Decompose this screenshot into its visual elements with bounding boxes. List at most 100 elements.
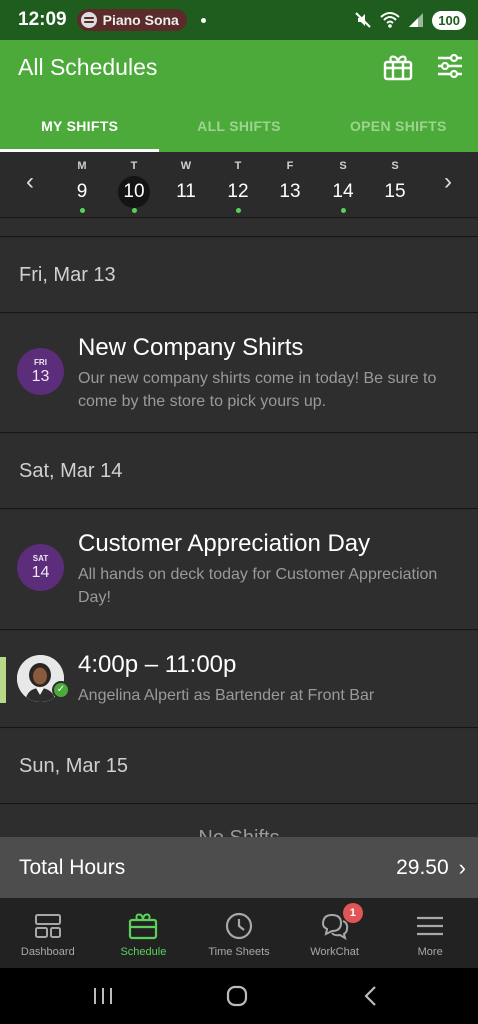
nav-more[interactable]: More xyxy=(382,898,478,968)
tab-open-shifts[interactable]: OPEN SHIFTS xyxy=(319,100,478,152)
no-shifts-label: No Shifts xyxy=(0,827,478,837)
day-wednesday[interactable]: W 11 xyxy=(166,160,206,213)
schedule-list[interactable]: Fri, Mar 13 FRI 13 New Company Shirts Ou… xyxy=(0,219,478,837)
date-header-label: Sat, Mar 14 xyxy=(19,459,123,482)
day-number: 12 xyxy=(227,181,249,202)
event-card-customer-appreciation[interactable]: SAT 14 Customer Appreciation Day All han… xyxy=(0,510,478,630)
nav-workchat[interactable]: 1 WorkChat xyxy=(287,898,383,968)
day-number: 9 xyxy=(76,181,88,202)
clock-icon xyxy=(225,912,253,940)
empty-dot xyxy=(393,208,398,213)
badge-weekday: FRI xyxy=(34,358,47,367)
nav-schedule[interactable]: Schedule xyxy=(96,898,192,968)
status-time: 12:09 xyxy=(18,9,67,30)
confirmed-check-icon: ✓ xyxy=(52,681,70,699)
gift-icon[interactable] xyxy=(383,53,413,81)
nav-label: Schedule xyxy=(120,946,167,958)
event-date-badge: FRI 13 xyxy=(17,348,64,395)
app-header: All Schedules MY SHIFTS ALL SHIFTS OPEN … xyxy=(0,40,478,152)
mute-icon xyxy=(355,12,372,28)
week-strip: ‹ M 9 T 10 W 11 T 12 F 13 S 14 S 15 › xyxy=(0,152,478,218)
total-hours-label: Total Hours xyxy=(19,855,126,879)
list-spacer xyxy=(0,219,478,237)
nav-label: Time Sheets xyxy=(208,946,270,958)
unread-badge: 1 xyxy=(342,903,363,923)
event-description: Our new company shirts come in today! Be… xyxy=(78,370,437,410)
shift-accent-bar xyxy=(0,657,6,703)
day-letter: F xyxy=(286,160,294,172)
day-letter: T xyxy=(130,160,138,172)
badge-weekday: SAT xyxy=(32,554,49,563)
status-icons: 100 xyxy=(354,10,466,30)
day-thursday[interactable]: T 12 xyxy=(218,160,258,213)
nav-dashboard[interactable]: Dashboard xyxy=(0,898,96,968)
back-icon[interactable] xyxy=(357,982,385,1010)
day-number: 13 xyxy=(279,181,301,202)
empty-dot xyxy=(288,208,293,213)
tab-my-shifts[interactable]: MY SHIFTS xyxy=(0,100,160,152)
date-header-sun: Sun, Mar 15 xyxy=(0,729,478,804)
badge-day: 13 xyxy=(31,368,50,385)
day-number-selected: 10 xyxy=(118,176,150,208)
schedule-tabs: MY SHIFTS ALL SHIFTS OPEN SHIFTS xyxy=(0,100,478,152)
day-saturday[interactable]: S 14 xyxy=(323,160,363,213)
shift-time: 4:00p – 11:00p xyxy=(78,651,237,678)
spotify-icon xyxy=(80,12,97,28)
total-hours-bar[interactable]: Total Hours 29.50 › xyxy=(0,837,478,898)
shift-dot-icon xyxy=(340,208,346,213)
day-tuesday[interactable]: T 10 xyxy=(114,160,154,213)
sliders-icon[interactable] xyxy=(437,54,463,78)
badge-day: 14 xyxy=(31,564,50,581)
battery-indicator: 100 xyxy=(432,10,466,30)
event-title: Customer Appreciation Day xyxy=(78,530,371,557)
no-shifts-row: No Shifts xyxy=(0,805,478,837)
media-label: Piano Sona xyxy=(102,12,179,28)
total-hours-value: 29.50 xyxy=(396,855,449,879)
bottom-nav: Dashboard Schedule Time Sheets 1 WorkCha… xyxy=(0,898,478,968)
shift-dot-icon xyxy=(79,208,85,213)
day-number: 15 xyxy=(384,181,406,202)
nav-label: More xyxy=(417,946,443,958)
nav-time-sheets[interactable]: Time Sheets xyxy=(191,898,287,968)
signal-icon xyxy=(409,13,424,27)
day-sunday[interactable]: S 15 xyxy=(375,160,415,213)
day-letter: W xyxy=(180,160,192,172)
day-letter: S xyxy=(391,160,399,172)
day-letter: M xyxy=(77,160,87,172)
chevron-right-icon: › xyxy=(458,854,466,880)
wifi-icon xyxy=(380,12,400,28)
home-icon[interactable] xyxy=(223,982,251,1010)
nav-label: Dashboard xyxy=(20,946,75,958)
day-friday[interactable]: F 13 xyxy=(270,160,310,213)
shift-dot-icon xyxy=(131,208,137,213)
event-description: All hands on deck today for Customer App… xyxy=(78,566,438,606)
day-letter: T xyxy=(234,160,242,172)
date-header-label: Fri, Mar 13 xyxy=(19,263,116,286)
menu-icon xyxy=(417,916,444,936)
media-pill[interactable]: Piano Sona xyxy=(76,9,187,31)
day-number: 11 xyxy=(176,181,196,202)
recent-apps-icon[interactable] xyxy=(89,982,117,1010)
nav-label: WorkChat xyxy=(310,946,359,958)
date-header-label: Sun, Mar 15 xyxy=(19,754,128,777)
event-date-badge: SAT 14 xyxy=(17,544,64,591)
dashboard-icon xyxy=(34,914,61,938)
date-header-sat: Sat, Mar 14 xyxy=(0,434,478,509)
prev-week-button[interactable]: ‹ xyxy=(18,168,42,196)
tab-all-shifts[interactable]: ALL SHIFTS xyxy=(159,100,318,152)
event-title: New Company Shirts xyxy=(78,334,304,361)
shift-dot-icon xyxy=(235,208,241,213)
schedule-icon xyxy=(129,913,158,940)
system-nav-bar xyxy=(0,968,478,1024)
next-week-button[interactable]: › xyxy=(436,168,460,196)
date-header-fri: Fri, Mar 13 xyxy=(0,238,478,313)
day-letter: S xyxy=(339,160,347,172)
page-title: All Schedules xyxy=(18,54,158,80)
event-card-company-shirts[interactable]: FRI 13 New Company Shirts Our new compan… xyxy=(0,314,478,433)
day-number: 14 xyxy=(332,181,354,202)
notification-dot-icon xyxy=(200,17,206,23)
status-bar: 12:09 Piano Sona 100 xyxy=(0,0,478,40)
day-monday[interactable]: M 9 xyxy=(62,160,102,213)
shift-detail: Angelina Alperti as Bartender at Front B… xyxy=(78,687,375,704)
shift-card[interactable]: ✓ 4:00p – 11:00p Angelina Alperti as Bar… xyxy=(0,631,478,728)
